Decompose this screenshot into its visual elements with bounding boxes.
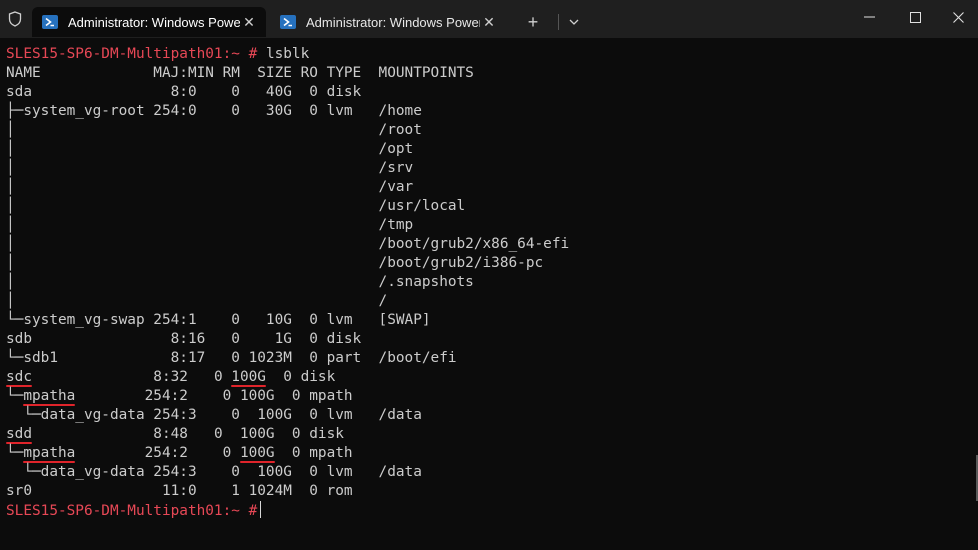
tab-powershell-1[interactable]: Administrator: Windows PowerShell ✕ <box>32 7 266 37</box>
prompt: SLES15-SP6-DM-Multipath01:~ # <box>6 46 258 62</box>
output-line: sdb 8:16 0 1G 0 disk <box>6 331 362 347</box>
output-line: │ /boot/grub2/x86_64-efi <box>6 236 570 252</box>
output-line: │ /usr/local <box>6 198 466 214</box>
tab-title: Administrator: Windows PowerShell <box>306 14 480 30</box>
output-line: └─sdb1 8:17 0 1023M 0 part /boot/efi <box>6 350 457 366</box>
chevron-down-icon[interactable] <box>559 7 589 37</box>
disk-name: sdd <box>6 426 32 442</box>
disk-size: 100G <box>231 369 266 385</box>
output-line: │ / <box>6 293 388 309</box>
output-line: │ /.snapshots <box>6 274 474 290</box>
disk-line-sdc: sdc 8:32 0 100G 0 disk <box>6 369 336 385</box>
command-line: SLES15-SP6-DM-Multipath01:~ # lsblk <box>6 45 978 64</box>
close-icon[interactable]: ✕ <box>240 14 258 31</box>
disk-name: sdc <box>6 369 32 385</box>
shield-icon <box>0 0 30 38</box>
output-line: sda 8:0 0 40G 0 disk <box>6 84 362 100</box>
lvm-line: └─data_vg-data 254:3 0 100G 0 lvm /data <box>6 464 422 480</box>
output-line: │ /tmp <box>6 217 414 233</box>
output-line: │ /boot/grub2/i386-pc <box>6 255 544 271</box>
prompt: SLES15-SP6-DM-Multipath01:~ # <box>6 503 258 519</box>
mpath-name: mpatha <box>23 445 76 461</box>
output-line: │ /opt <box>6 141 414 157</box>
prompt-line[interactable]: SLES15-SP6-DM-Multipath01:~ # <box>6 501 978 520</box>
powershell-icon <box>42 15 58 29</box>
mpath-name: mpatha <box>23 388 76 404</box>
output-line: ├─system_vg-root 254:0 0 30G 0 lvm /home <box>6 103 422 119</box>
disk-line-sdd: sdd 8:48 0 100G 0 disk <box>6 426 344 442</box>
command: lsblk <box>265 46 310 62</box>
lsblk-header: NAME MAJ:MIN RM SIZE RO TYPE MOUNTPOINTS <box>6 65 474 81</box>
tab-title: Administrator: Windows PowerShell <box>68 14 240 30</box>
minimize-icon[interactable] <box>846 0 892 34</box>
powershell-icon <box>280 15 296 29</box>
text-cursor <box>260 501 262 518</box>
mpath-size: 100G <box>239 445 275 461</box>
output-line: │ /srv <box>6 160 414 176</box>
output-line: └─system_vg-swap 254:1 0 10G 0 lvm [SWAP… <box>6 312 431 328</box>
terminal-output[interactable]: SLES15-SP6-DM-Multipath01:~ # lsblk NAME… <box>0 38 978 550</box>
maximize-icon[interactable] <box>892 0 938 34</box>
output-line: │ /var <box>6 179 414 195</box>
lvm-line: └─data_vg-data 254:3 0 100G 0 lvm /data <box>6 407 422 423</box>
output-line: sr0 11:0 1 1024M 0 rom <box>6 483 353 499</box>
title-bar: Administrator: Windows PowerShell ✕ Admi… <box>0 0 978 38</box>
close-icon[interactable]: ✕ <box>480 14 498 31</box>
mpath-line: └─mpatha 254:2 0 100G 0 mpath <box>6 388 353 404</box>
output-line: │ /root <box>6 122 422 138</box>
plus-icon[interactable]: + <box>518 7 548 37</box>
mpath-line: └─mpatha 254:2 0 100G 0 mpath <box>6 445 353 461</box>
close-icon[interactable] <box>938 0 978 34</box>
tab-powershell-2[interactable]: Administrator: Windows PowerShell ✕ <box>270 7 506 37</box>
